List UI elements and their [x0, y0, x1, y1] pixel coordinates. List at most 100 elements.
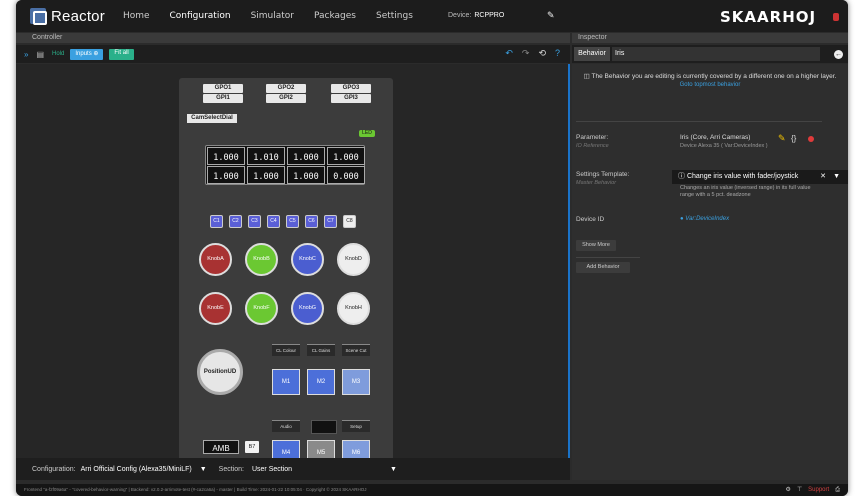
- pin-icon[interactable]: ⊤: [797, 484, 802, 496]
- inspector-header: Inspector: [572, 33, 848, 43]
- braces-icon[interactable]: {}: [791, 134, 796, 143]
- controller-toolbar: » ▤ Hold Inputs ⊕ Fit all ↶ ↷ ⟲ ?: [16, 45, 570, 63]
- blank-button[interactable]: [311, 420, 337, 434]
- status-bar: Frontend "a-f2f09a6a" - "covered-behavio…: [16, 484, 848, 496]
- clear-x-icon[interactable]: ✕: [820, 170, 826, 184]
- device-id-label: Device ID: [576, 216, 605, 223]
- configuration-select[interactable]: Arri Official Config (Alexa35/MiniLF): [81, 466, 192, 473]
- go-arrow-icon[interactable]: ←: [834, 50, 843, 59]
- controller-header: Controller: [16, 33, 570, 43]
- show-more-button[interactable]: Show More: [576, 240, 616, 251]
- scene-cut-button[interactable]: Scene Cut: [342, 344, 370, 356]
- c7-button[interactable]: C7: [324, 215, 337, 228]
- brand-logo: SKAARHOJ: [720, 8, 817, 26]
- device-name: RCPPRO: [474, 12, 505, 19]
- gpi3-button[interactable]: GPI3: [331, 94, 371, 103]
- redo-icon[interactable]: ↷: [522, 48, 530, 59]
- display-cell-6: 1.000: [247, 166, 285, 184]
- template-chevron-down-icon[interactable]: ▼: [833, 170, 840, 184]
- m3-button[interactable]: M3: [342, 369, 370, 395]
- c1-button[interactable]: C1: [210, 215, 223, 228]
- knob-c[interactable]: KnobC: [291, 243, 324, 276]
- c2-button[interactable]: C2: [229, 215, 242, 228]
- tab-iris[interactable]: Iris: [612, 47, 820, 61]
- brand-mark-icon: [833, 13, 839, 21]
- settings-template-select[interactable]: ⓘ Change iris value with fader/joystick …: [672, 170, 848, 184]
- value-display: 1.000 1.010 1.000 1.000 1.000 1.000 1.00…: [205, 145, 365, 185]
- edit-pencil-icon[interactable]: ✎: [778, 133, 786, 144]
- reactor-window: Reactor Home Configuration Simulator Pac…: [16, 0, 848, 496]
- cam-select-dial[interactable]: CamSelectDial: [187, 114, 237, 123]
- settings-template-value: Change iris value with fader/joystick: [686, 173, 799, 180]
- divider: [576, 121, 822, 122]
- c4-button[interactable]: C4: [267, 215, 280, 228]
- display-cell-8: 0.000: [327, 166, 365, 184]
- m2-button[interactable]: M2: [307, 369, 335, 395]
- device-indicator[interactable]: Device: RCPPRO: [448, 12, 504, 19]
- knob-d[interactable]: KnobD: [337, 243, 370, 276]
- c5-button[interactable]: C5: [286, 215, 299, 228]
- print-icon[interactable]: ⎙: [835, 484, 840, 496]
- nav-packages[interactable]: Packages: [314, 11, 356, 21]
- goto-topmost-link[interactable]: Goto topmost behavior: [578, 81, 842, 90]
- support-link[interactable]: Support: [808, 484, 829, 496]
- c3-button[interactable]: C3: [248, 215, 261, 228]
- parameter-value[interactable]: Iris (Core, Arri Cameras): [680, 134, 750, 141]
- settings-template-sublabel: Master Behavior: [576, 180, 617, 186]
- knob-f[interactable]: KnobF: [245, 292, 278, 325]
- c6-button[interactable]: C6: [305, 215, 318, 228]
- nav-simulator[interactable]: Simulator: [251, 11, 294, 21]
- undo-icon[interactable]: ↶: [505, 48, 513, 59]
- layers-icon[interactable]: ▤: [36, 50, 44, 59]
- status-actions: ⚙ ⊤ Support ⎙: [786, 484, 840, 496]
- inputs-button[interactable]: Inputs ⊕: [70, 48, 104, 60]
- knob-b[interactable]: KnobB: [245, 243, 278, 276]
- gpo2-button[interactable]: GPO2: [266, 84, 306, 93]
- position-ud-joystick[interactable]: PositionUD: [197, 349, 243, 395]
- controller-header-label: Controller: [32, 34, 63, 41]
- section-chevron-down-icon[interactable]: ▼: [390, 466, 397, 473]
- edit-pencil-icon[interactable]: ✎: [547, 10, 555, 21]
- display-cell-3: 1.000: [287, 147, 325, 165]
- audio-button[interactable]: Audio: [272, 420, 300, 432]
- gpo3-button[interactable]: GPO3: [331, 84, 371, 93]
- gpo1-button[interactable]: GPO1: [203, 84, 243, 93]
- knob-g[interactable]: KnobG: [291, 292, 324, 325]
- remove-dot-icon[interactable]: [808, 136, 814, 142]
- display-cell-2: 1.010: [247, 147, 285, 165]
- settings-gear-icon[interactable]: ⚙: [786, 484, 791, 496]
- nav-home[interactable]: Home: [123, 11, 150, 21]
- display-cell-1: 1.000: [207, 147, 245, 165]
- help-icon[interactable]: ?: [555, 48, 560, 59]
- nav-configuration[interactable]: Configuration: [170, 11, 231, 21]
- fit-all-button[interactable]: Fit all: [109, 48, 134, 60]
- display-cell-7: 1.000: [287, 166, 325, 184]
- knob-a[interactable]: KnobA: [199, 243, 232, 276]
- knob-e[interactable]: KnobE: [199, 292, 232, 325]
- settings-template-label: Settings Template:: [576, 171, 630, 178]
- m1-button[interactable]: M1: [272, 369, 300, 395]
- expand-icon[interactable]: »: [24, 50, 28, 59]
- divider: [576, 257, 640, 258]
- tab-behavior[interactable]: Behavior: [574, 47, 610, 61]
- device-id-value[interactable]: ● Var:DeviceIndex: [680, 216, 729, 222]
- setup-button[interactable]: Setup: [342, 420, 370, 432]
- b7-button[interactable]: B7: [245, 441, 259, 453]
- device-label: Device:: [448, 12, 472, 19]
- build-info: Frontend "a-f2f09a6a" - "covered-behavio…: [24, 487, 367, 492]
- controller-canvas: GPO1 GPO2 GPO3 GPI1 GPI2 GPI3 CamSelectD…: [16, 64, 570, 468]
- gpi1-button[interactable]: GPI1: [203, 94, 243, 103]
- configuration-chevron-down-icon[interactable]: ▼: [200, 466, 207, 473]
- cl-colour-button[interactable]: CL Colour: [272, 344, 300, 356]
- section-select[interactable]: User Section: [252, 466, 382, 473]
- hold-toggle[interactable]: Hold: [52, 51, 64, 57]
- knob-h[interactable]: KnobH: [337, 292, 370, 325]
- gpi2-button[interactable]: GPI2: [266, 94, 306, 103]
- app-logo[interactable]: Reactor: [30, 8, 105, 25]
- history-icon[interactable]: ⟲: [538, 48, 546, 59]
- nav-settings[interactable]: Settings: [376, 11, 413, 21]
- c8-button[interactable]: C8: [343, 215, 356, 228]
- cl-gains-button[interactable]: CL Gains: [307, 344, 335, 356]
- main-nav: Home Configuration Simulator Packages Se…: [123, 11, 413, 21]
- add-behavior-button[interactable]: Add Behavior: [576, 262, 630, 273]
